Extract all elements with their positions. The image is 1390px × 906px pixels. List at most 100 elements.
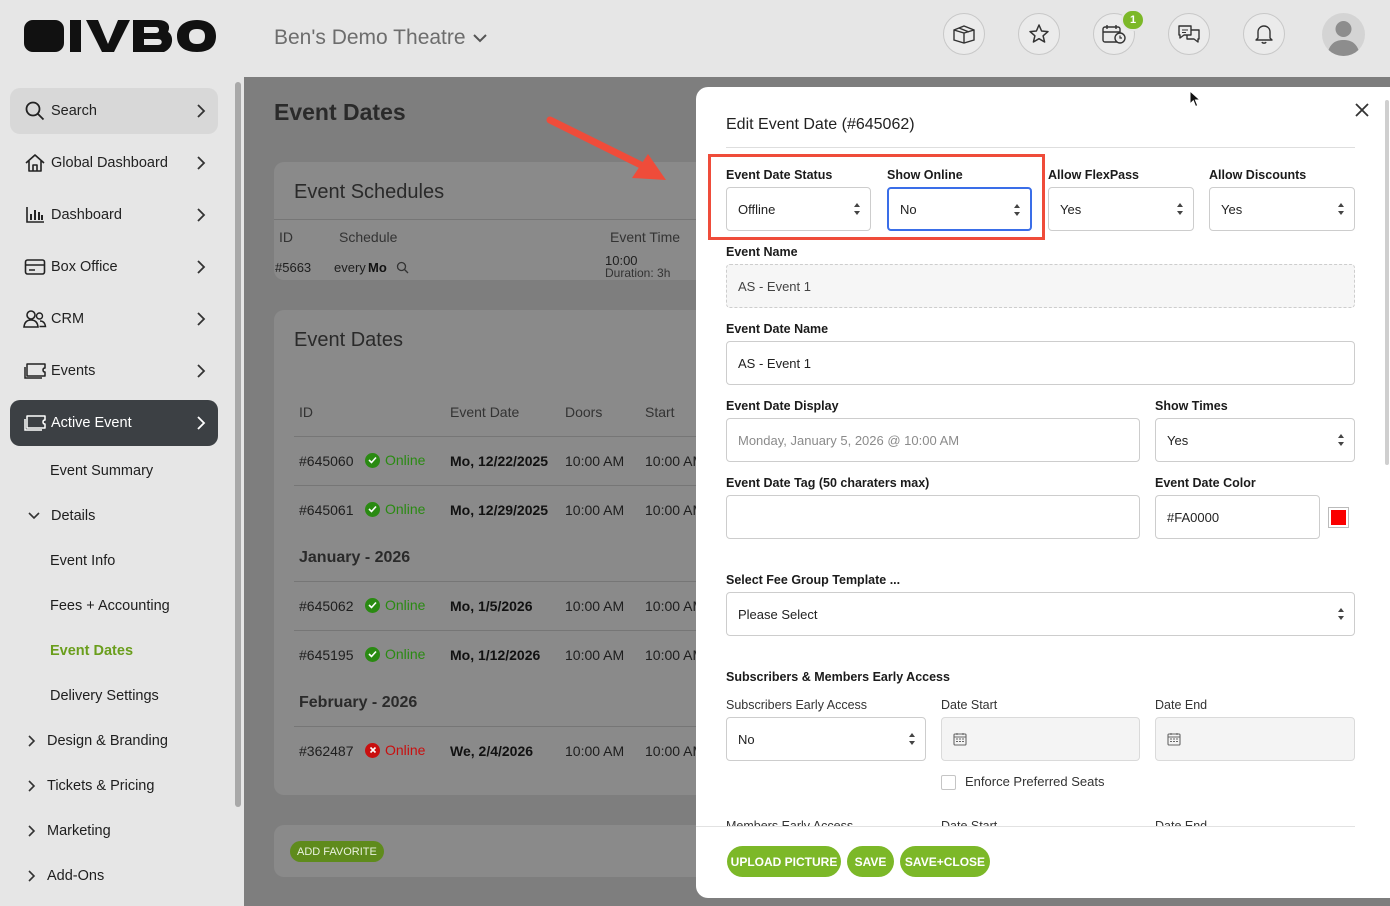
tag-input[interactable] (726, 495, 1140, 539)
schedules-header-time: Event Time (610, 229, 681, 245)
ticket-icon (22, 412, 48, 434)
star-icon (1029, 24, 1049, 43)
sort-arrows-icon (909, 733, 915, 745)
date-end-label: Date End (1155, 698, 1208, 712)
flexpass-select[interactable]: Yes (1048, 187, 1194, 231)
schedules-header-schedule: Schedule (339, 229, 398, 245)
users-icon (22, 308, 48, 330)
sidebar-sub-add-ons[interactable]: Add-Ons (28, 868, 104, 884)
enforce-seats-checkbox[interactable] (941, 775, 956, 790)
dates-header-date: Event Date (450, 404, 520, 420)
color-input[interactable]: #FA0000 (1155, 495, 1320, 539)
sidebar-sub-label: Marketing (47, 823, 111, 839)
fee-group-select[interactable]: Please Select (726, 592, 1355, 636)
annotation-arrow-icon (546, 116, 666, 180)
box-icon (953, 25, 975, 44)
event-name-field: AS - Event 1 (726, 264, 1355, 308)
status-badge[interactable]: Online (365, 646, 425, 662)
notifications-button[interactable] (1243, 13, 1285, 55)
tag-label: Event Date Tag (50 charaters max) (726, 476, 930, 490)
ivbo-logo[interactable] (22, 18, 218, 56)
sidebar-scrollbar[interactable] (235, 82, 241, 807)
date-start-label: Date Start (941, 698, 998, 712)
fee-group-label: Select Fee Group Template ... (726, 573, 901, 587)
check-icon (365, 597, 380, 613)
box-button[interactable] (943, 13, 985, 55)
sidebar-item-global-dashboard[interactable]: Global Dashboard (10, 140, 218, 186)
show-times-label: Show Times (1155, 399, 1228, 413)
sidebar-item-label: Active Event (51, 415, 132, 431)
subs-early-label: Subscribers Early Access (726, 698, 868, 712)
sidebar-item-box-office[interactable]: Box Office (10, 244, 218, 290)
subs-early-select[interactable]: No (726, 717, 926, 761)
avatar[interactable] (1322, 13, 1365, 56)
chevron-down-icon (28, 512, 40, 520)
sidebar-sub-event-info[interactable]: Event Info (50, 553, 115, 569)
date-row-date: Mo, 12/29/2025 (450, 502, 549, 518)
schedule-duration: Duration: 3h (605, 266, 671, 280)
save-close-button[interactable]: SAVE+CLOSE (900, 846, 990, 877)
search-icon[interactable] (396, 261, 409, 274)
date-row-date: Mo, 1/12/2026 (450, 647, 541, 663)
ticket-icon (22, 360, 48, 382)
divider (294, 726, 696, 727)
select-value: Please Select (738, 606, 818, 622)
status-badge[interactable]: Online (365, 501, 425, 517)
mouse-cursor-icon (1189, 90, 1201, 108)
date-start-input[interactable] (941, 717, 1140, 761)
sidebar-sub-marketing[interactable]: Marketing (28, 823, 111, 839)
status-label: Online (385, 501, 426, 517)
discounts-select[interactable]: Yes (1209, 187, 1355, 231)
date-name-input[interactable]: AS - Event 1 (726, 341, 1355, 385)
event-dates-title: Event Dates (294, 329, 403, 351)
close-icon[interactable] (1353, 101, 1371, 119)
sidebar-sub-tickets-pricing[interactable]: Tickets & Pricing (28, 778, 154, 794)
sidebar-item-events[interactable]: Events (10, 348, 218, 394)
date-row-id: #645062 (299, 598, 354, 614)
add-favorite-button[interactable]: ADD FAVORITE (290, 841, 384, 862)
date-row-date: Mo, 12/22/2025 (450, 453, 549, 469)
user-avatar-icon (1327, 21, 1360, 56)
sidebar-sub-fees-accounting[interactable]: Fees + Accounting (50, 598, 170, 614)
sidebar-sub-event-dates[interactable]: Event Dates (50, 643, 133, 659)
sidebar-item-dashboard[interactable]: Dashboard (10, 192, 218, 238)
status-badge[interactable]: Online (365, 597, 425, 613)
date-row-id: #645195 (299, 647, 354, 663)
sort-arrows-icon (1338, 203, 1344, 215)
date-display-input[interactable]: Monday, January 5, 2026 @ 10:00 AM (726, 418, 1140, 462)
discounts-label: Allow Discounts (1209, 168, 1307, 182)
date-row-date: We, 2/4/2026 (450, 743, 534, 759)
venue-selector[interactable]: Ben's Demo Theatre (274, 26, 488, 50)
sidebar-sub-event-summary[interactable]: Event Summary (50, 463, 153, 479)
modal-scrollbar[interactable] (1385, 100, 1389, 465)
status-badge[interactable]: Online (365, 452, 425, 468)
select-value: Yes (1221, 201, 1243, 217)
sidebar-sub-details[interactable]: Details (28, 508, 95, 524)
divider (294, 581, 696, 582)
status-badge[interactable]: Online (365, 742, 425, 758)
upload-picture-button[interactable]: UPLOAD PICTURE (727, 846, 841, 877)
sidebar-sub-delivery-settings[interactable]: Delivery Settings (50, 688, 159, 704)
date-row-doors: 10:00 AM (565, 598, 625, 614)
color-label: Event Date Color (1155, 476, 1256, 490)
chevron-right-icon (28, 870, 36, 882)
show-times-select[interactable]: Yes (1155, 418, 1355, 462)
annotation-highlight-box (708, 154, 1045, 240)
divider (696, 826, 1355, 827)
messages-button[interactable] (1168, 13, 1210, 55)
save-button[interactable]: SAVE (847, 846, 894, 877)
date-row-doors: 10:00 AM (565, 502, 625, 518)
calendar-icon (1167, 733, 1181, 746)
favorites-button[interactable] (1018, 13, 1060, 55)
sidebar-item-active-event[interactable]: Active Event (10, 400, 218, 446)
sidebar-item-crm[interactable]: CRM (10, 296, 218, 342)
sidebar-item-search[interactable]: Search (10, 88, 218, 134)
sidebar-sub-design-branding[interactable]: Design & Branding (28, 733, 168, 749)
date-row-doors: 10:00 AM (565, 453, 625, 469)
card-icon (22, 256, 48, 278)
sidebar-item-label: Dashboard (51, 207, 122, 223)
color-swatch[interactable] (1328, 507, 1349, 528)
date-end-input[interactable] (1155, 717, 1355, 761)
chevron-right-icon (28, 825, 36, 837)
select-value: Yes (1167, 432, 1189, 448)
